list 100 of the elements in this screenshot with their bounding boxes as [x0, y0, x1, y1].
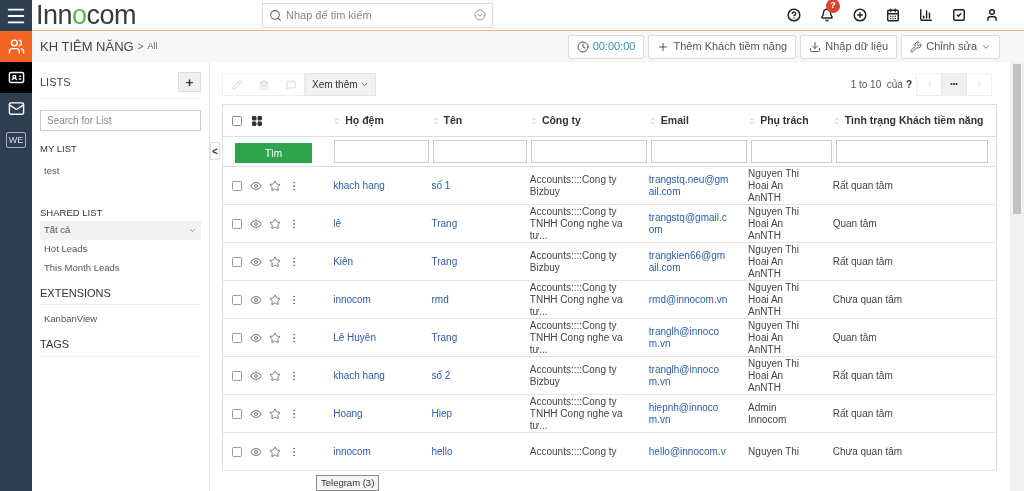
eye-icon — [250, 331, 262, 344]
name-link[interactable]: Lê Huyên — [333, 331, 376, 343]
filter-field[interactable] — [333, 140, 429, 163]
collapse-button[interactable]: < — [210, 142, 220, 160]
row-checkbox[interactable] — [231, 217, 243, 230]
filter-field[interactable] — [531, 140, 647, 163]
email-link[interactable]: tranglh@innocom.vn — [648, 325, 729, 350]
list-item[interactable]: This Month Leads — [40, 258, 201, 278]
eye-icon — [250, 255, 262, 268]
name-link[interactable]: Trang — [431, 217, 458, 229]
filter-field[interactable] — [835, 140, 988, 163]
table-cell: Rất quan tâm — [832, 369, 893, 381]
table-cell-text: Nguyen Thi Hoai An AnNTH — [748, 243, 801, 280]
section-title: TAGS — [40, 336, 201, 357]
list-item[interactable]: Tất cả — [40, 220, 201, 240]
name-link[interactable]: Hiep — [431, 407, 453, 419]
more-button[interactable]: Xem thêm — [305, 73, 376, 96]
rail-button[interactable]: WE — [0, 124, 32, 155]
name-link[interactable]: lê — [333, 217, 341, 229]
column-header[interactable]: Tình trạng Khách tiềm năng — [832, 112, 988, 129]
add-list-button[interactable]: + — [178, 72, 201, 92]
calendar-button[interactable] — [885, 7, 901, 23]
row-checkbox[interactable] — [231, 407, 243, 420]
name-link[interactable]: số 2 — [431, 369, 451, 381]
name-link[interactable]: innocom — [333, 445, 371, 457]
name-link[interactable]: khach hang — [333, 179, 385, 191]
help-button[interactable] — [786, 7, 802, 23]
bar-chart-button[interactable] — [918, 7, 934, 23]
header-button[interactable]: Thêm Khách tiềm năng — [648, 34, 797, 59]
table-cell-text: Accounts::::Cong ty Bizbuy — [529, 249, 618, 274]
table-cell-text: Accounts::::Cong ty TNHH Cong nghe va tư... — [529, 281, 624, 318]
list-item[interactable]: test — [40, 161, 201, 181]
grid-icon — [251, 114, 263, 127]
email-link[interactable]: trangstq.neu@gmail.com — [648, 173, 729, 198]
table-cell-text: Nguyen Thi Hoai An AnNTH — [748, 167, 801, 204]
name-link[interactable]: Trang — [431, 331, 458, 343]
user-button[interactable] — [984, 7, 1000, 23]
column-header[interactable]: Tên — [431, 112, 530, 129]
table-cell: Rất quan tâm — [832, 179, 893, 191]
column-header[interactable]: Email — [648, 112, 749, 129]
filter-field[interactable] — [750, 140, 832, 163]
lists-title: LISTS — [40, 74, 71, 90]
row-checkbox[interactable] — [231, 445, 243, 458]
email-link[interactable]: hiepnh@innocom.vn — [648, 401, 729, 426]
bell-button[interactable] — [819, 7, 835, 23]
name-link[interactable]: khach hang — [333, 369, 385, 381]
name-link[interactable]: Trang — [431, 255, 458, 267]
dropdown-icon — [474, 9, 486, 21]
row-checkbox[interactable] — [231, 369, 243, 382]
filter-field[interactable] — [651, 140, 747, 163]
module-title[interactable]: KH TIÊM NĂNG — [40, 36, 134, 57]
email-link[interactable]: rmd@innocom.vn — [648, 293, 729, 306]
header-button[interactable]: 00:00:00 — [567, 34, 645, 59]
header-button[interactable]: Chỉnh sửa — [901, 34, 1000, 59]
row-checkbox[interactable] — [231, 179, 243, 192]
email-link[interactable]: trangkien66@gmail.com — [648, 249, 729, 274]
name-link[interactable]: Hoang — [333, 407, 363, 419]
name-link[interactable]: hello — [431, 445, 453, 457]
table-cell: Chưa quan tâm — [832, 445, 903, 457]
row-checkbox[interactable] — [231, 293, 243, 306]
mail-icon — [7, 100, 25, 117]
view-name: All — [147, 39, 158, 53]
sort-icon — [648, 116, 657, 125]
header-button[interactable]: Nhập dữ liệu — [800, 34, 898, 59]
id-card-icon — [7, 69, 25, 86]
column-header[interactable]: Họ đệm — [333, 112, 432, 129]
add-button[interactable] — [852, 7, 868, 23]
checkbox-icon — [231, 114, 243, 127]
section-title: MY LIST — [40, 142, 78, 156]
name-link[interactable]: số 1 — [431, 179, 451, 191]
table-cell-text: Accounts::::Cong ty TNHH Cong nghe va tư... — [529, 319, 624, 356]
table-cell-text: Nguyen Thi Hoai An AnNTH — [748, 319, 801, 356]
column-header[interactable]: Công ty — [529, 112, 649, 129]
sort-icon — [832, 116, 841, 125]
filter-field[interactable] — [432, 140, 528, 163]
list-item[interactable]: Hot Leads — [40, 239, 201, 259]
comment-icon — [285, 79, 296, 90]
search-icon — [269, 8, 282, 22]
name-link[interactable]: innocom — [333, 293, 371, 305]
eye-icon — [250, 407, 262, 420]
email-link[interactable]: hello@innocom.v — [648, 445, 729, 458]
checkbox-button[interactable] — [951, 7, 967, 23]
row-checkbox[interactable] — [231, 255, 243, 268]
row-checkbox[interactable] — [231, 331, 243, 344]
list-item[interactable]: KanbanView — [40, 310, 201, 329]
name-link[interactable]: rmd — [431, 293, 449, 305]
scrollbar[interactable] — [1010, 62, 1024, 491]
column-header[interactable]: Phụ trách — [748, 112, 833, 129]
table-cell-text: Accounts::::Cong ty Bizbuy — [529, 173, 618, 198]
table-cell-text: Accounts::::Cong ty TNHH Cong nghe va tư... — [529, 205, 624, 242]
search-field[interactable]: Nhap để tim kiếm — [286, 6, 470, 24]
tooltip: Telegram (3) — [316, 475, 380, 491]
rail-button[interactable] — [0, 62, 32, 93]
list-search-field[interactable]: Search for List — [40, 110, 201, 131]
email-link[interactable]: tranglh@innocom.vn — [648, 363, 729, 388]
email-link[interactable]: trangstq@gmail.com — [648, 211, 729, 236]
table-cell: Rất quan tâm — [832, 255, 893, 267]
search-bar[interactable]: Nhap để tim kiếm — [262, 2, 493, 28]
name-link[interactable]: Kiên — [333, 255, 354, 267]
trash-icon — [258, 79, 269, 90]
